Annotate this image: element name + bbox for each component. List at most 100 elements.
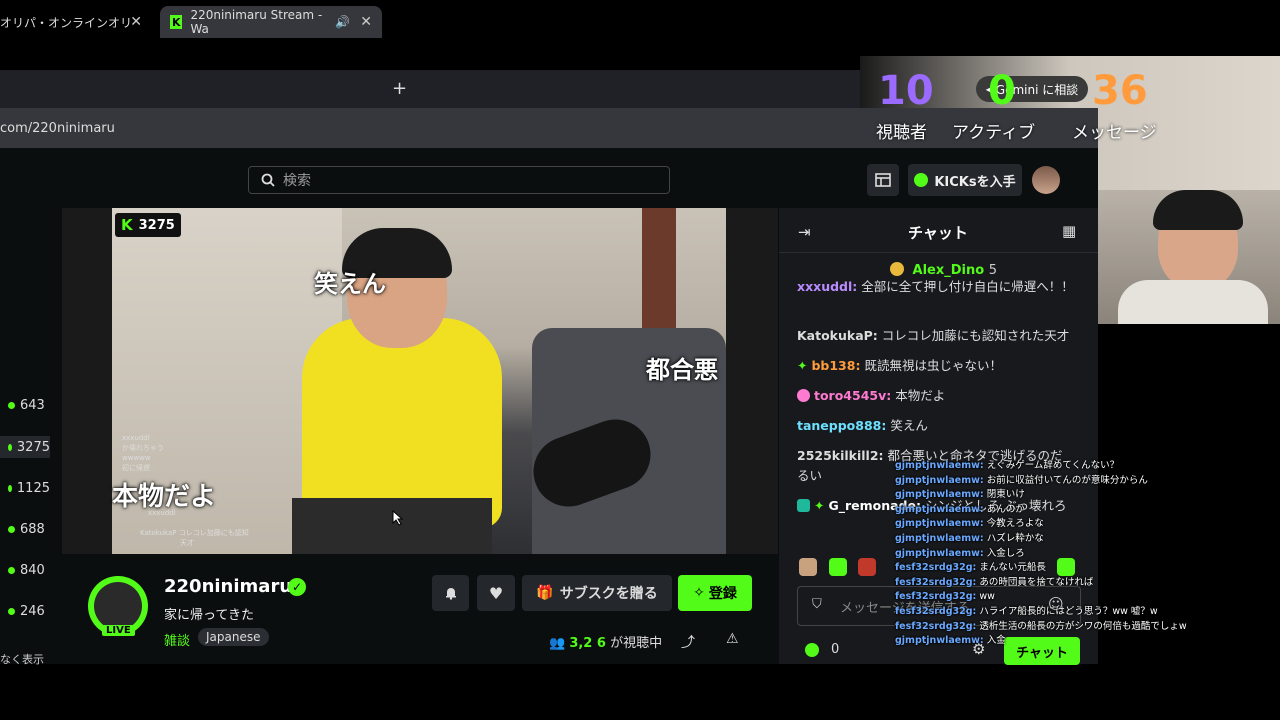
sidebar-channel[interactable]: 688 xyxy=(0,519,50,539)
sidebar-channel[interactable]: 840 xyxy=(0,560,50,580)
search-input[interactable]: 検索 xyxy=(248,166,670,194)
streamer-figure xyxy=(302,318,502,528)
viewer-count: 246 xyxy=(20,603,45,619)
video-player[interactable]: 笑えん 都合悪 本物だよ xxxuddl か壊れちゃう wwwww 初に帰遅 x… xyxy=(62,208,778,554)
chat-message: ✦ bb138: 既読無視は虫じゃない！ xyxy=(797,356,1077,376)
webcam-feed xyxy=(1098,190,1280,324)
search-placeholder: 検索 xyxy=(283,173,311,189)
speaker-icon[interactable]: 🔊 xyxy=(335,15,350,29)
get-kicks-button[interactable]: KICKsを入手 xyxy=(908,164,1022,196)
notification-button[interactable] xyxy=(432,575,469,611)
subscribe-button[interactable]: ✧ 登録 xyxy=(678,575,752,611)
show-less-link[interactable]: なく表示 xyxy=(0,651,44,667)
chat-username[interactable]: 2525kilkill2: xyxy=(797,448,884,463)
search-icon xyxy=(261,173,275,187)
chat-username[interactable]: bb138: xyxy=(811,358,860,373)
chat-username[interactable]: xxxuddl: xyxy=(797,279,857,294)
overlay-chat-line: gjmptjnwlaemw: 入金 xyxy=(895,635,1006,647)
mini-chat-line: xxxuddl xyxy=(148,509,176,517)
live-dot-icon xyxy=(8,401,15,409)
chat-username[interactable]: toro4545v: xyxy=(814,388,891,403)
mini-chat-line: xxxuddl xyxy=(122,434,150,442)
subscribe-label: 登録 xyxy=(708,586,737,602)
tab-label: 220ninimaru Stream - Wa xyxy=(190,8,323,36)
chat-text: 既読無視は虫じゃない！ xyxy=(864,358,1002,373)
overlay-chat-line: gjmptjnwlaemw: えぐみゲーム辞めてくんない？ xyxy=(895,460,1120,471)
channel-name[interactable]: 220ninimaru xyxy=(164,576,292,597)
share-icon[interactable]: ⤴ xyxy=(681,632,695,652)
category-link[interactable]: 雑談 xyxy=(164,630,190,649)
overlay-chat-line: gjmptjnwlaemw: 入金しろ xyxy=(895,547,1025,559)
video-door xyxy=(642,208,676,338)
video-caption: 笑えん xyxy=(314,270,386,298)
gift-badge-icon xyxy=(890,262,904,276)
pinned-user: Alex_Dino xyxy=(912,263,985,278)
overlay-chat-line: fesf32srdg32g: 透析生活の船長の方がシワの何倍も過酷でしょw xyxy=(895,620,1187,632)
kicks-label: KICKsを入手 xyxy=(934,174,1016,190)
kick-logo-icon: K xyxy=(170,15,183,29)
watching-count: 👥 3,2 6 が視聴中 xyxy=(549,632,662,651)
bell-icon xyxy=(445,588,456,600)
live-dot-icon xyxy=(8,484,12,492)
report-icon[interactable]: ⚠ xyxy=(726,631,739,647)
emote-icon[interactable] xyxy=(829,558,847,576)
message-stat-number: 36 xyxy=(1092,68,1148,114)
chat-message: xxxuddl: 全部に全て押し付け自白に帰遅へ！！ xyxy=(797,277,1077,297)
gift-sub-button[interactable]: 🎁 サブスクを贈る xyxy=(522,575,672,611)
address-bar[interactable] xyxy=(0,108,1098,148)
sparkle-badge-icon: ✦ xyxy=(797,358,808,373)
viewer-badge-count: 3275 xyxy=(138,217,175,233)
close-icon[interactable]: ✕ xyxy=(130,14,142,30)
watching-number: 3,2 6 xyxy=(569,636,606,651)
active-stat-label: アクティブ xyxy=(952,123,1036,143)
viewer-count: 840 xyxy=(20,562,45,578)
overlay-chat-line: gjmptjnwlaemw: お前に収益付いてんのが意味分からん xyxy=(895,474,1148,486)
browser-tab-kick-stream[interactable]: K 220ninimaru Stream - Wa 🔊 ✕ xyxy=(160,6,382,38)
points-icon xyxy=(805,642,819,657)
collapse-chat-icon[interactable]: ⇥ xyxy=(798,223,811,241)
emote-icon[interactable] xyxy=(799,558,817,576)
streamer-shorts xyxy=(292,498,492,554)
kick-points[interactable]: 0 xyxy=(805,642,839,657)
chat-message: KatokukaP: コレコレ加藤にも認知された天才 xyxy=(797,326,1077,346)
layout-icon xyxy=(875,173,891,187)
overlay-chat-line: gjmptjnwlaemw: あんのか xyxy=(895,503,1025,515)
viewer-count: 1125 xyxy=(16,480,50,496)
gift-sub-label: サブスクを贈る xyxy=(559,586,658,602)
sidebar-channel-active[interactable]: 3275 xyxy=(0,436,50,458)
sidebar-channel[interactable]: 246 xyxy=(0,601,50,621)
emote-icon[interactable] xyxy=(858,558,876,576)
video-mini-chat: xxxuddl xyxy=(148,508,176,518)
sparkle-icon: ✧ xyxy=(693,585,705,601)
follow-button[interactable]: ♥ xyxy=(477,575,515,611)
live-badge: LIVE xyxy=(102,625,135,636)
watching-label: が視聴中 xyxy=(610,636,663,651)
sidebar-channel[interactable]: 1125 xyxy=(0,478,50,498)
chat-username[interactable]: taneppo888: xyxy=(797,418,886,433)
video-caption: 都合悪 xyxy=(646,356,718,384)
live-dot-icon xyxy=(8,607,15,615)
close-icon[interactable]: ✕ xyxy=(360,14,372,30)
heart-icon: ♥ xyxy=(488,583,504,603)
gift-icon: 🎁 xyxy=(536,585,554,601)
leaderboard-icon[interactable]: ▦ xyxy=(1062,222,1076,240)
chat-username[interactable]: KatokukaP: xyxy=(797,328,878,343)
points-value: 0 xyxy=(831,642,840,657)
language-tag[interactable]: Japanese xyxy=(198,628,269,646)
chat-divider xyxy=(779,252,1098,253)
mini-chat-line: か壊れちゃう xyxy=(122,444,164,452)
active-stat-number: 0 xyxy=(988,68,1016,114)
new-tab-button[interactable]: + xyxy=(392,78,407,99)
live-dot-icon xyxy=(8,443,12,451)
sidebar-channel[interactable]: 643 xyxy=(0,395,50,415)
browser-tab-oripa[interactable]: オリパ・オンラインオリパ ✕ xyxy=(0,6,152,38)
video-mini-chat: xxxuddl か壊れちゃう wwwww 初に帰遅 xyxy=(122,433,164,473)
kick-logo-icon: K xyxy=(121,216,133,234)
chat-text: 全部に全て押し付け自白に帰遅へ！！ xyxy=(861,279,1074,294)
sub-badge-icon xyxy=(797,499,810,512)
mini-chat-line: KatokukaP コレコレ加藤にも認知 xyxy=(140,529,249,537)
layout-button[interactable] xyxy=(867,164,899,196)
pinned-gifter[interactable]: Alex_Dino 5 xyxy=(890,262,997,278)
sub-badge-icon xyxy=(797,389,810,402)
user-avatar[interactable] xyxy=(1032,166,1060,194)
